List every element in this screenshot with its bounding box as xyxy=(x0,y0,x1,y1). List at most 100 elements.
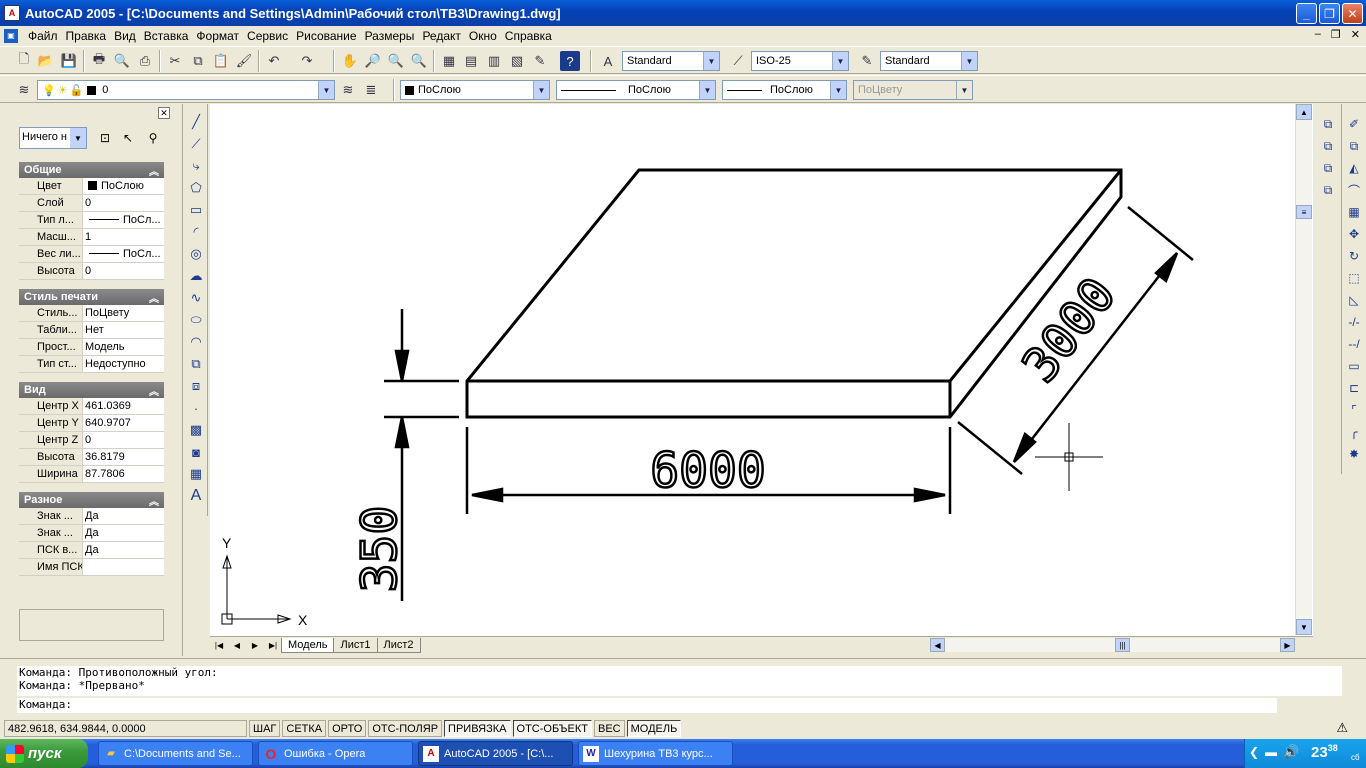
copy-object-icon[interactable]: ⧉ xyxy=(1344,136,1364,156)
close-button[interactable]: ✕ xyxy=(1342,3,1363,24)
polygon-icon[interactable]: ⬠ xyxy=(186,178,206,198)
lineweight-toggle[interactable]: ВЕС xyxy=(593,720,625,737)
menu-tools[interactable]: Сервис xyxy=(243,29,292,43)
menu-format[interactable]: Формат xyxy=(192,29,243,43)
otrack-toggle[interactable]: ОТС-ОБЪЕКТ xyxy=(512,720,592,737)
bring-to-front-icon[interactable]: ⧉ xyxy=(1318,114,1338,134)
break-at-point-icon[interactable]: ▭ xyxy=(1344,356,1364,376)
model-toggle[interactable]: МОДЕЛЬ xyxy=(626,720,682,737)
revision-cloud-icon[interactable]: ☁ xyxy=(186,266,206,286)
next-tab-icon[interactable]: ▶ xyxy=(246,638,264,653)
command-input[interactable]: Команда: xyxy=(17,698,1277,713)
bring-above-icon[interactable]: ⧉ xyxy=(1318,158,1338,178)
spline-icon[interactable]: ∿ xyxy=(186,288,206,308)
last-tab-icon[interactable]: ▶| xyxy=(264,638,282,653)
send-under-icon[interactable]: ⧉ xyxy=(1318,180,1338,200)
menu-modify[interactable]: Редакт xyxy=(418,29,464,43)
new-file-icon[interactable]: 🗋 xyxy=(14,51,34,71)
rectangle-icon[interactable]: ▭ xyxy=(186,200,206,220)
match-properties-icon[interactable]: 🖌 xyxy=(234,51,254,71)
prop-row[interactable]: Высота 36.8179 xyxy=(19,449,164,466)
doc-minimize-button[interactable]: – xyxy=(1315,28,1321,41)
copy-icon[interactable]: ⧉ xyxy=(188,51,208,71)
mirror-icon[interactable]: ◭ xyxy=(1344,158,1364,178)
scroll-left-icon[interactable]: ◀ xyxy=(930,638,945,652)
table-icon[interactable]: ▦ xyxy=(186,464,206,484)
menu-edit[interactable]: Правка xyxy=(62,29,111,43)
prop-row[interactable]: Тип л... ПоСл... xyxy=(19,212,164,229)
drawing-canvas[interactable]: 6000 350 3000 Y X xyxy=(210,104,1313,636)
prop-row[interactable]: Стиль... ПоЦвету xyxy=(19,305,164,322)
paste-icon[interactable]: 📋 xyxy=(211,51,231,71)
point-icon[interactable]: · xyxy=(186,398,206,418)
prop-row[interactable]: Масш... 1 xyxy=(19,229,164,246)
menu-file[interactable]: Файл xyxy=(24,29,62,43)
prop-row[interactable]: Тип ст... Недоступно xyxy=(19,356,164,373)
properties-icon[interactable]: ▦ xyxy=(439,51,459,71)
ortho-toggle[interactable]: ОРТО xyxy=(328,720,367,737)
prop-row[interactable]: Высота 0 xyxy=(19,263,164,280)
prop-row[interactable]: Цвет ПоСлою xyxy=(19,178,164,195)
make-current-layer-icon[interactable]: ≋ xyxy=(338,80,358,100)
autocad-icon[interactable]: A xyxy=(4,5,20,21)
extend-icon[interactable]: --/ xyxy=(1344,334,1364,354)
circle-icon[interactable]: ◎ xyxy=(186,244,206,264)
ellipse-icon[interactable]: ⬭ xyxy=(186,310,206,330)
quick-select-icon[interactable]: ⚲ xyxy=(143,128,163,148)
ellipse-arc-icon[interactable]: ◠ xyxy=(186,332,206,352)
volume-icon[interactable]: 🔊 xyxy=(1283,744,1299,760)
zoom-previous-icon[interactable]: 🔍 xyxy=(409,51,429,71)
snap-toggle[interactable]: ШАГ xyxy=(249,720,281,737)
zoom-window-icon[interactable]: 🔍 xyxy=(386,51,406,71)
trim-icon[interactable]: -/- xyxy=(1344,312,1364,332)
selection-select[interactable]: Ничего н ▼ xyxy=(19,127,87,149)
prop-row[interactable]: Имя ПСК xyxy=(19,559,164,576)
markup-icon[interactable]: ✎ xyxy=(530,51,550,71)
move-icon[interactable]: ✥ xyxy=(1344,224,1364,244)
help-icon[interactable]: ? xyxy=(560,51,580,71)
tab-layout2[interactable]: Лист2 xyxy=(376,637,421,653)
minimize-button[interactable]: _ xyxy=(1296,3,1317,24)
scroll-down-icon[interactable]: ▼ xyxy=(1296,619,1312,635)
open-file-icon[interactable]: 📂 xyxy=(36,51,56,71)
color-select[interactable]: ПоСлою ▼ xyxy=(400,80,550,100)
doc-close-button[interactable]: ✕ xyxy=(1351,28,1360,41)
communication-center-icon[interactable]: ⚠ xyxy=(1336,720,1348,736)
prop-row[interactable]: Табли... Нет xyxy=(19,322,164,339)
linetype-select[interactable]: ПоСлою ▼ xyxy=(556,80,716,100)
menu-help[interactable]: Справка xyxy=(501,29,556,43)
zoom-realtime-icon[interactable]: 🔎 xyxy=(363,51,383,71)
menu-insert[interactable]: Вставка xyxy=(140,29,193,43)
tab-layout1[interactable]: Лист1 xyxy=(333,637,378,653)
cut-icon[interactable]: ✂ xyxy=(165,51,185,71)
prop-row[interactable]: Знак ... Да xyxy=(19,508,164,525)
tool-palettes-icon[interactable]: ▥ xyxy=(484,51,504,71)
horizontal-scrollbar[interactable]: ◀ ||| ▶ xyxy=(930,638,1295,652)
arc-icon[interactable]: ◜ xyxy=(186,222,206,242)
close-icon[interactable]: ✕ xyxy=(158,107,170,119)
dim-style-select[interactable]: ISO-25 ▼ xyxy=(751,51,849,71)
prev-tab-icon[interactable]: ◀ xyxy=(228,638,246,653)
make-block-icon[interactable]: ⧈ xyxy=(186,376,206,396)
prop-row[interactable]: Центр Y 640.9707 xyxy=(19,415,164,432)
prop-row[interactable]: Центр Z0 xyxy=(19,432,164,449)
start-button[interactable]: пуск xyxy=(0,739,88,768)
prop-row[interactable]: Знак ... Да xyxy=(19,525,164,542)
tab-model[interactable]: Модель xyxy=(281,637,335,653)
erase-icon[interactable]: ✐ xyxy=(1344,114,1364,134)
rotate-icon[interactable]: ↻ xyxy=(1344,246,1364,266)
layer-manager-icon[interactable]: ≋ xyxy=(14,80,34,100)
menu-draw[interactable]: Рисование xyxy=(292,29,360,43)
explode-icon[interactable]: ✸ xyxy=(1344,444,1364,464)
select-objects-icon[interactable]: ↖ xyxy=(118,128,138,148)
language-flag-icon[interactable]: ▬ xyxy=(1265,745,1277,759)
save-icon[interactable]: 💾 xyxy=(59,51,79,71)
scroll-thumb[interactable]: ≡ xyxy=(1296,205,1312,219)
menu-view[interactable]: Вид xyxy=(110,29,140,43)
lineweight-select[interactable]: ПоСлою ▼ xyxy=(722,80,847,100)
restore-button[interactable]: ❐ xyxy=(1319,3,1340,24)
scroll-thumb[interactable]: ||| xyxy=(1115,638,1130,652)
array-icon[interactable]: ▦ xyxy=(1344,202,1364,222)
break-icon[interactable]: ⊏ xyxy=(1344,378,1364,398)
task-opera[interactable]: O Ошибка - Opera xyxy=(258,741,413,766)
